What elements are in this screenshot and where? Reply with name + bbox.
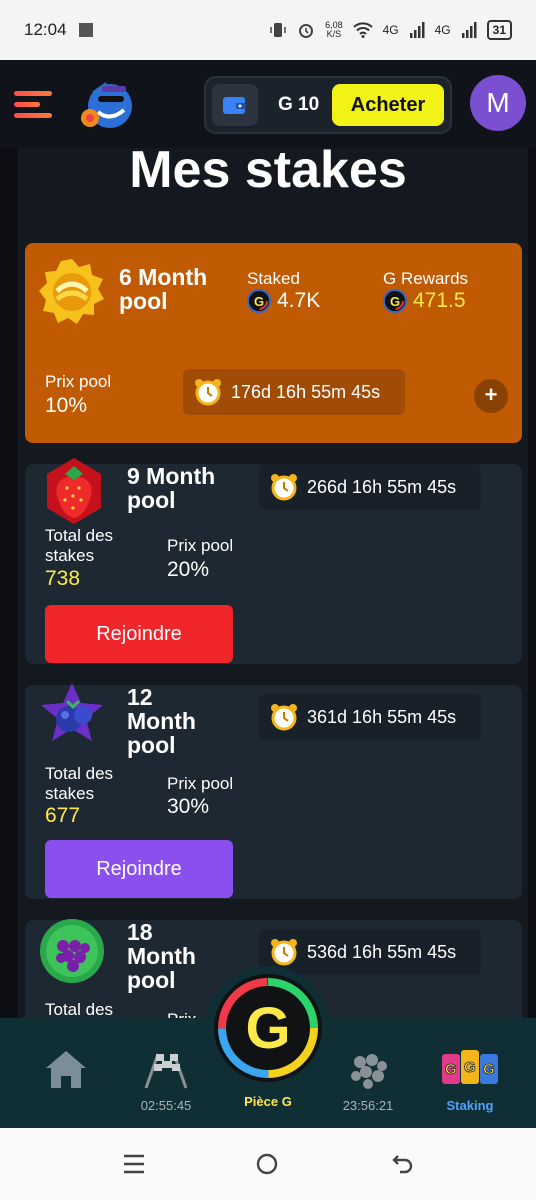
avatar[interactable]: M [470, 75, 526, 131]
app-header: G 10 Acheter M [0, 60, 536, 148]
alarm-clock-icon [271, 939, 297, 966]
prize-value: 10% [45, 394, 88, 417]
signal-icon [409, 22, 425, 38]
prize-value: 30% [167, 795, 210, 818]
network-label-2: 4G [434, 23, 451, 37]
g-coin-icon: G [214, 974, 322, 1082]
nav-home[interactable] [16, 1018, 116, 1128]
main-content: Mes stakes 6 Month pool Staked G 4.7K G Re… [0, 148, 536, 1018]
pool-name: 9 Month pool [127, 463, 216, 513]
prize-value: 20% [167, 558, 210, 581]
countdown-timer: 176d 16h 55m 45s [183, 369, 405, 415]
signal-icon-2 [461, 22, 477, 38]
join-button[interactable]: Rejoindre [45, 605, 233, 663]
nav-race[interactable]: 02:55:45 [116, 1018, 216, 1128]
svg-text:G: G [390, 294, 400, 309]
system-nav-bar [0, 1128, 536, 1200]
g-coin-button[interactable]: G [206, 966, 330, 1090]
total-stakes-label: Total des [45, 1000, 114, 1018]
mango-icon [39, 259, 104, 324]
balance-value: G 10 [278, 94, 320, 115]
wallet-widget: G 10 Acheter [204, 76, 452, 134]
join-button[interactable]: Rejoindre [45, 840, 233, 898]
svg-text:G: G [483, 1061, 495, 1078]
prize-label: Prix [167, 1010, 196, 1018]
alarm-clock-icon [195, 379, 221, 406]
status-bar: 12:04 6,08 K/S 4G 4G 31 [0, 0, 536, 60]
alarm-clock-icon [271, 704, 297, 731]
page-title: Mes stakes [129, 148, 407, 199]
svg-text:G: G [254, 294, 264, 309]
total-stakes-value: 677 [45, 804, 81, 827]
g-coin-label: Pièce G [244, 1094, 292, 1109]
home-icon [46, 1051, 86, 1088]
wallet-icon[interactable] [212, 84, 258, 126]
staked-label: Staked [247, 269, 300, 288]
g-coin-icon: G [247, 289, 271, 314]
network-label: 4G [382, 23, 399, 37]
vibrate-icon [270, 23, 286, 37]
blueberry-icon [41, 683, 103, 741]
total-stakes-value: 738 [45, 567, 81, 590]
staked-value: G 4.7K [247, 289, 320, 314]
battery-indicator: 31 [486, 20, 512, 40]
nav-staking[interactable]: GGG Staking [420, 1018, 520, 1128]
rewards-label: G Rewards [383, 269, 469, 288]
speed-indicator: 6,08 K/S [325, 20, 343, 39]
menu-icon[interactable] [14, 85, 52, 124]
countdown-timer: 266d 16h 55m 45s [259, 464, 481, 510]
alarm-icon [299, 24, 314, 38]
svg-text:G: G [464, 1059, 476, 1076]
wifi-icon [352, 22, 373, 38]
svg-text:G: G [445, 1061, 457, 1078]
grapes-fruit-icon [40, 919, 104, 983]
pool-card-9-month: 9 Month pool 266d 16h 55m 45s Total des st… [25, 458, 522, 664]
countdown-timer: 361d 16h 55m 45s [259, 694, 481, 740]
total-stakes-label: Total des stakes [45, 526, 114, 565]
add-stake-button[interactable]: + [474, 379, 508, 413]
g-coin-icon: G [383, 289, 407, 314]
staking-label: Staking [446, 1098, 494, 1113]
alarm-clock-icon [271, 474, 297, 501]
grapes-icon [351, 1054, 387, 1089]
pool-name: 18 Month pool [127, 919, 196, 993]
buy-button[interactable]: Acheter [332, 84, 444, 126]
status-time: 12:04 [24, 20, 67, 39]
prize-label: Prix pool [167, 774, 234, 793]
checkered-flags-icon [144, 1053, 188, 1089]
shark-logo-icon [81, 82, 132, 128]
race-timer: 02:55:45 [140, 1098, 192, 1113]
prize-label: Prix pool [45, 372, 112, 391]
back-icon[interactable] [390, 1152, 414, 1176]
pool-card-6-month: 6 Month pool Staked G 4.7K G Rewards G 471.… [25, 243, 522, 443]
pool-card-12-month: 12 Month pool 361d 16h 55m 45s Total des st… [25, 683, 522, 899]
prize-label: Prix pool [167, 536, 234, 555]
notification-icon [78, 23, 93, 37]
pool-name: 12 Month pool [127, 684, 196, 758]
strawberry-icon [47, 458, 101, 524]
rewards-value: G 471.5 [383, 289, 466, 314]
grapes-timer: 23:56:21 [342, 1098, 394, 1113]
home-button-icon[interactable] [255, 1152, 279, 1176]
svg-text:G: G [245, 996, 290, 1061]
ggg-cups-icon: GGG [442, 1050, 498, 1084]
total-stakes-label: Total des stakes [45, 764, 114, 803]
nav-grapes[interactable]: 23:56:21 [318, 1018, 418, 1128]
pool-name: 6 Month pool [119, 264, 208, 314]
recent-apps-icon[interactable] [122, 1152, 146, 1176]
